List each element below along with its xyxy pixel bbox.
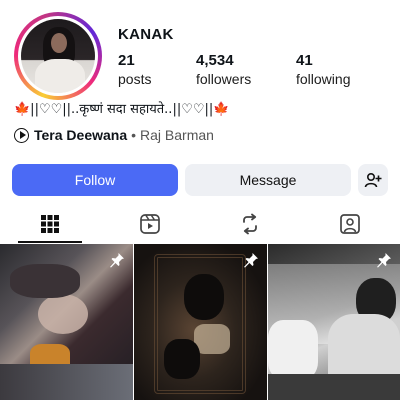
- follow-button[interactable]: Follow: [12, 164, 178, 196]
- tab-reposts[interactable]: [200, 205, 300, 243]
- stat-following-value: 41: [296, 52, 313, 69]
- post-image-detail: [268, 320, 318, 380]
- reposts-icon: [243, 213, 257, 235]
- story-ring[interactable]: [14, 12, 102, 100]
- stat-followers-value: 4,534: [196, 52, 234, 69]
- pin-icon: [377, 253, 391, 268]
- profile-username: KANAK: [118, 26, 174, 43]
- post-image-detail: [184, 274, 224, 320]
- avatar[interactable]: [21, 19, 95, 93]
- tab-tagged[interactable]: [300, 205, 400, 243]
- music-song-title: Tera Deewana: [34, 127, 128, 143]
- avatar-face: [51, 33, 67, 53]
- post-image-detail: [10, 264, 80, 298]
- stat-posts-label: posts: [118, 71, 152, 87]
- reels-icon: [140, 214, 160, 234]
- avatar-body: [35, 59, 85, 93]
- stat-posts[interactable]: 21 posts: [118, 52, 151, 87]
- post-thumbnail[interactable]: [134, 244, 267, 400]
- message-button[interactable]: Message: [185, 164, 351, 196]
- post-image-detail: [268, 374, 400, 400]
- tab-reels[interactable]: [100, 205, 200, 243]
- pin-icon: [244, 253, 258, 268]
- music-artist: Raj Barman: [140, 127, 214, 143]
- post-image-detail: [164, 339, 200, 379]
- post-thumbnail[interactable]: [0, 244, 133, 400]
- profile-music[interactable]: Tera Deewana • Raj Barman: [14, 127, 214, 143]
- post-image-detail: [38, 294, 88, 334]
- avatar-border: [18, 16, 98, 96]
- profile-bio: 🍁||♡♡||..कृष्णं सदा सहायते..||♡♡||🍁: [14, 102, 230, 117]
- pin-icon: [110, 253, 124, 268]
- tagged-icon: [340, 214, 360, 234]
- stat-followers[interactable]: 4,534 followers: [196, 52, 251, 87]
- grid-icon: [41, 215, 59, 233]
- profile-tabs: [0, 205, 400, 243]
- suggested-users-button[interactable]: [358, 164, 388, 196]
- music-separator: •: [131, 127, 137, 143]
- post-image-detail: [0, 364, 133, 400]
- stat-following-label: following: [296, 71, 351, 87]
- stat-following[interactable]: 41 following: [296, 52, 350, 87]
- play-icon[interactable]: [14, 127, 29, 143]
- post-thumbnail[interactable]: [268, 244, 400, 400]
- add-user-icon: [364, 172, 382, 188]
- stat-followers-label: followers: [196, 71, 252, 87]
- tab-posts[interactable]: [0, 205, 100, 243]
- posts-grid: [0, 244, 400, 400]
- stat-posts-value: 21: [118, 52, 135, 69]
